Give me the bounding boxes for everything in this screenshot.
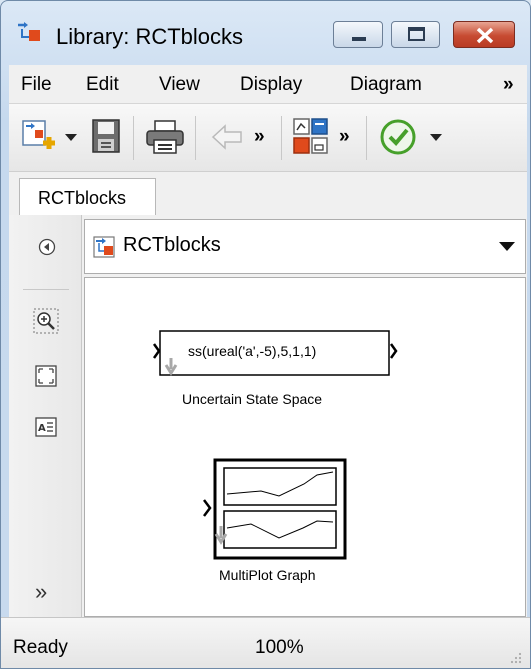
library-window: Library: RCTblocks File Edit View Displa…: [0, 0, 531, 669]
palette-separator: [23, 289, 69, 290]
annotation-icon[interactable]: A: [35, 417, 57, 437]
status-text: Ready: [13, 637, 68, 658]
maximize-button[interactable]: [391, 21, 440, 48]
palette-overflow-button[interactable]: »: [35, 579, 47, 605]
save-icon[interactable]: [91, 118, 121, 154]
library-browser-icon[interactable]: [293, 118, 329, 156]
resize-grip-icon[interactable]: [509, 651, 523, 665]
tab-bar: RCTblocks: [9, 171, 527, 216]
left-palette: A »: [9, 215, 82, 617]
window-title: Library: RCTblocks: [56, 24, 244, 49]
menu-bar: File Edit View Display Diagram »: [9, 65, 527, 103]
print-icon[interactable]: [145, 120, 185, 154]
status-bar: Ready 100%: [1, 617, 530, 668]
toolbar-separator: [195, 116, 196, 160]
diagram-canvas[interactable]: ss(ureal('a',-5),5,1,1) Uncertain State …: [84, 277, 526, 617]
menu-overflow-button[interactable]: »: [503, 74, 514, 96]
toolbar-separator: [133, 116, 134, 160]
toolbar-overflow-button[interactable]: »: [339, 126, 350, 148]
tab-rctblocks[interactable]: RCTblocks: [19, 178, 156, 216]
multiplot-graph-block[interactable]: [199, 458, 349, 564]
menu-display[interactable]: Display: [240, 74, 302, 96]
address-dropdown-icon[interactable]: [499, 242, 515, 252]
toolbar: » »: [9, 103, 527, 172]
fit-to-view-icon[interactable]: [35, 365, 57, 387]
toolbar-separator: [281, 116, 282, 160]
new-model-icon[interactable]: [21, 119, 57, 155]
block-name[interactable]: Uncertain State Space: [182, 391, 322, 407]
model-icon: [93, 236, 115, 258]
minimize-button[interactable]: [333, 21, 383, 48]
zoom-level: 100%: [255, 637, 304, 658]
close-button[interactable]: [453, 21, 515, 48]
close-icon: [476, 27, 494, 44]
minimize-icon: [352, 37, 366, 41]
maximize-icon: [408, 27, 425, 41]
menu-file[interactable]: File: [21, 74, 52, 96]
address-path: RCTblocks: [123, 234, 221, 256]
check-icon[interactable]: [379, 118, 417, 156]
zoom-in-icon[interactable]: [33, 308, 59, 334]
menu-view[interactable]: View: [159, 74, 200, 96]
model-browser-address[interactable]: RCTblocks: [84, 219, 526, 274]
new-dropdown-arrow-icon[interactable]: [65, 134, 77, 142]
title-bar[interactable]: Library: RCTblocks: [1, 1, 530, 61]
editor-area: A » RCTblocks ss(ureal('a',-5),5,1,1) Un…: [9, 215, 527, 617]
back-icon[interactable]: [211, 124, 243, 150]
menu-diagram[interactable]: Diagram: [350, 74, 422, 96]
block-content: ss(ureal('a',-5),5,1,1): [188, 343, 317, 359]
svg-text:A: A: [38, 423, 46, 434]
tab-label: RCTblocks: [38, 188, 127, 208]
toolbar-separator: [366, 116, 367, 160]
toolbar-overflow-button[interactable]: »: [254, 126, 265, 148]
block-name[interactable]: MultiPlot Graph: [219, 567, 315, 583]
simulink-library-icon: [18, 22, 40, 41]
hide-browser-icon[interactable]: [38, 238, 56, 256]
check-dropdown-arrow-icon[interactable]: [430, 134, 442, 142]
menu-edit[interactable]: Edit: [86, 74, 119, 96]
